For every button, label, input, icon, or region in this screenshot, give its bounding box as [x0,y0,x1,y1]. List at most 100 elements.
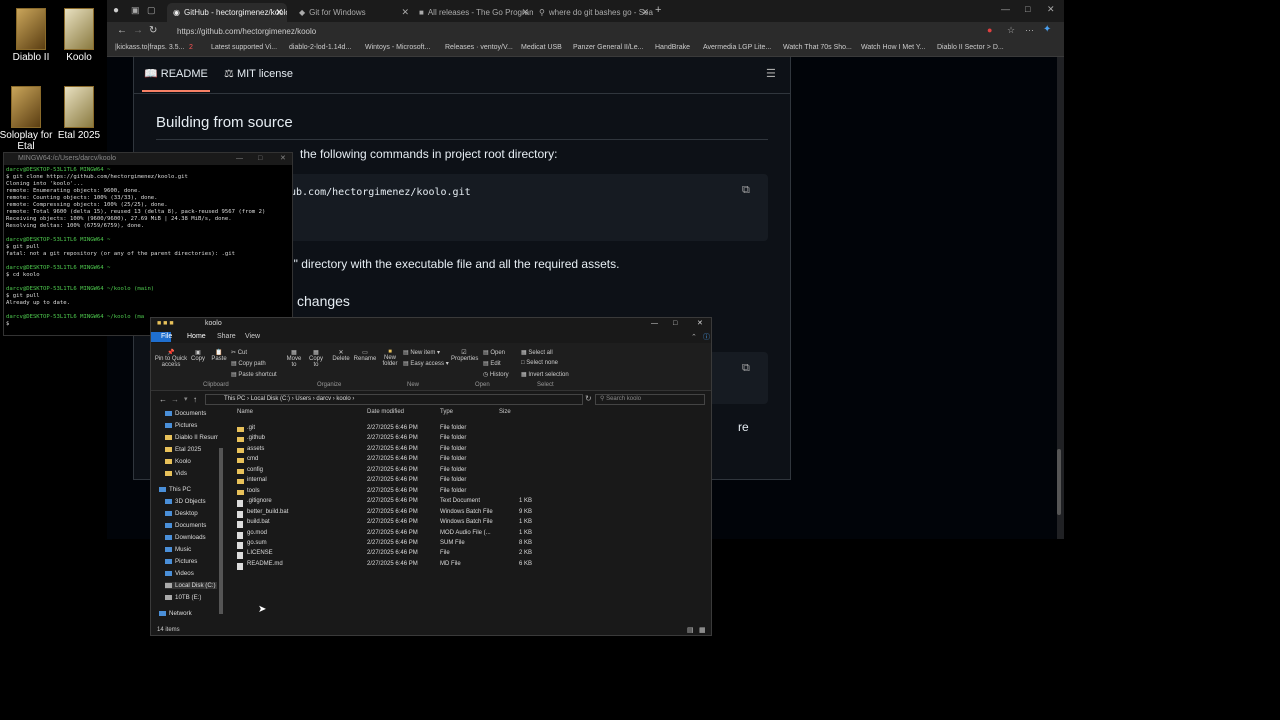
bookmark-item[interactable]: diablo-2-lod-1.14d... [289,44,351,51]
file-row[interactable]: config 2/27/2025 6:46 PM File folder [235,467,535,477]
properties-button[interactable]: ☑ Properties [451,349,478,362]
back-icon[interactable]: ← [117,25,127,36]
maximize-icon[interactable]: □ [1025,4,1030,14]
close-tab-icon[interactable]: ✕ [521,7,529,18]
select-none-button[interactable]: □ Select none [521,360,558,366]
terminal-window[interactable]: MINGW64:/c/Users/darcv/koolo — □ ✕ darcv… [3,152,293,336]
file-row[interactable]: .git 2/27/2025 6:46 PM File folder [235,425,535,435]
breadcrumb-item[interactable]: koolo [336,396,350,402]
extension-icon[interactable]: ● [987,25,992,35]
select-all-button[interactable]: ▦ Select all [521,349,553,356]
back-icon[interactable]: ← [159,395,167,404]
file-row[interactable]: assets 2/27/2025 6:46 PM File folder [235,446,535,456]
workspaces-icon[interactable]: ▣ [131,5,140,16]
nav-item-10tb-e-[interactable]: 10TB (E:) [165,594,201,601]
readme-tab[interactable]: 📖 README [144,67,208,80]
bookmark-item[interactable]: Medicat USB [521,44,562,51]
tab-actions-icon[interactable]: ▢ [147,5,156,16]
close-tab-icon[interactable]: ✕ [275,7,283,18]
breadcrumb-item[interactable]: This PC [224,396,245,402]
maximize-icon[interactable]: □ [673,318,677,330]
close-tab-icon[interactable]: ✕ [641,7,649,18]
file-row[interactable]: cmd 2/27/2025 6:46 PM File folder [235,456,535,466]
bookmark-item[interactable]: HandBrake [655,44,690,51]
menu-icon[interactable]: ⋯ [1025,25,1034,36]
url-field[interactable]: https://github.com/hectorgimenez/koolo [167,25,867,38]
copy-button[interactable]: ▣ Copy [189,349,207,362]
copy-to-button[interactable]: ▦ Copy to [307,349,325,368]
file-row[interactable]: tools 2/27/2025 6:46 PM File folder [235,488,535,498]
breadcrumb-item[interactable]: darcv [316,396,331,402]
column-date[interactable]: Date modified [367,409,404,415]
breadcrumb[interactable]: This PC › Local Disk (C:) › Users › darc… [205,394,583,405]
open-button[interactable]: ▤ Open [483,349,505,356]
tab-search[interactable]: ⚲ where do git bashes go - Search ✕ [533,3,653,22]
paste-shortcut-button[interactable]: ▤ Paste shortcut [231,371,277,378]
collapse-ribbon-icon[interactable]: ⌃ [691,333,697,341]
nav-item-diablo-ii-resurr[interactable]: Diablo II Resurr [165,434,218,441]
new-item-button[interactable]: ▤ New item ▾ [403,349,440,356]
minimize-icon[interactable]: — [651,318,658,330]
nav-item-network[interactable]: Network [159,610,192,617]
pin-button[interactable]: 📌 Pin to Quick access [153,349,189,368]
breadcrumb-item[interactable]: Local Disk (C:) [251,396,290,402]
nav-item-3d-objects[interactable]: 3D Objects [165,498,206,505]
column-name[interactable]: Name [237,409,253,415]
invert-selection-button[interactable]: ▦ Invert selection [521,371,569,378]
nav-item-documents[interactable]: Documents [165,410,206,417]
desktop-icon-etal2025[interactable]: Etal 2025 [48,86,110,141]
copy-path-button[interactable]: ▤ Copy path [231,360,266,367]
bookmark-item[interactable]: Panzer General II/Le... [573,44,643,51]
minimize-icon[interactable]: — [236,153,243,165]
history-button[interactable]: ◷ History [483,371,509,378]
delete-button[interactable]: ✕ Delete [331,349,351,362]
tab-github[interactable]: ◉GitHub - hectorgimenez/koolo: D✕ [167,3,287,22]
column-type[interactable]: Type [440,409,453,415]
bookmark-item[interactable]: Latest supported Vi... [211,44,277,51]
column-size[interactable]: Size [499,409,511,415]
nav-item-etal-2025[interactable]: Etal 2025 [165,446,201,453]
quick-access-toolbar-icon[interactable]: ■ ■ ■ [157,318,174,330]
bookmark-item[interactable]: Watch How I Met Y... [861,44,925,51]
file-row[interactable]: go.sum 2/27/2025 6:46 PM SUM File 8 KB [235,540,535,550]
scrollbar[interactable] [1057,449,1061,515]
rename-button[interactable]: ▭ Rename [353,349,377,362]
copy-icon[interactable]: ⧉ [742,362,750,375]
breadcrumb-item[interactable]: Users [295,396,311,402]
file-row[interactable]: LICENSE 2/27/2025 6:46 PM File 2 KB [235,550,535,560]
copilot-icon[interactable]: ✦ [1043,24,1051,35]
bookmark-item[interactable]: Diablo II Sector > D... [937,44,1004,51]
bookmark-item[interactable]: 2 [189,44,193,51]
maximize-icon[interactable]: □ [258,153,262,165]
outline-icon[interactable]: ☰ [766,67,776,80]
close-icon[interactable]: ✕ [280,153,286,165]
bookmark-item[interactable]: Wintoys - Microsoft... [365,44,430,51]
tab-file[interactable]: File [161,333,172,340]
file-row[interactable]: .gitignore 2/27/2025 6:46 PM Text Document… [235,498,535,508]
new-tab-icon[interactable]: + [655,4,661,16]
bookmark-item[interactable]: Releases · ventoy/V... [445,44,513,51]
new-folder-button[interactable]: ■ New folder [379,349,401,367]
recent-locations-icon[interactable]: ▾ [184,395,188,403]
bookmark-item[interactable]: |kickass.to|fraps. 3.5... [115,44,184,51]
license-tab[interactable]: ⚖ MIT license [224,67,293,80]
close-icon[interactable]: ✕ [697,318,703,330]
file-row[interactable]: build.bat 2/27/2025 6:46 PM Windows Batch … [235,519,535,529]
nav-item-local-disk-c-[interactable]: Local Disk (C:) [165,582,217,589]
close-icon[interactable]: ✕ [1047,4,1055,15]
favorites-icon[interactable]: ☆ [1007,25,1015,36]
easy-access-button[interactable]: ▤ Easy access ▾ [403,360,449,367]
minimize-icon[interactable]: — [1001,4,1010,14]
details-view-icon[interactable]: ▤ [687,626,694,634]
nav-item-downloads[interactable]: Downloads [165,534,206,541]
move-to-button[interactable]: ▦ Move to [285,349,303,368]
nav-item-desktop[interactable]: Desktop [165,510,198,517]
nav-item-this-pc[interactable]: This PC [159,486,191,493]
refresh-icon[interactable]: ↻ [585,394,592,403]
nav-item-pictures[interactable]: Pictures [165,558,197,565]
nav-item-music[interactable]: Music [165,546,191,553]
cut-button[interactable]: ✂ Cut [231,349,247,356]
profile-icon[interactable]: ● [113,5,119,16]
tab-go-releases[interactable]: ■ All releases - The Go Programmi ✕ [413,3,533,22]
nav-item-videos[interactable]: Videos [165,570,194,577]
